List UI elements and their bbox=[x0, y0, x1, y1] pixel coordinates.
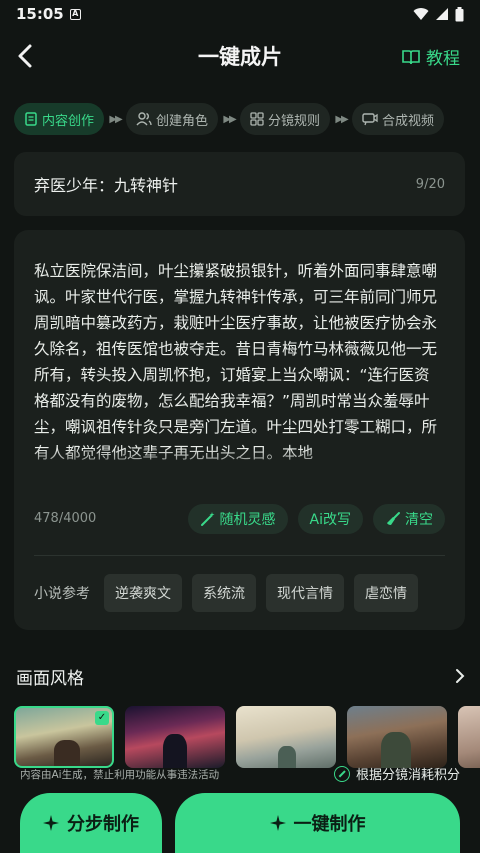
sparkle-icon bbox=[43, 815, 59, 831]
title-char-count: 9/20 bbox=[415, 176, 445, 192]
ai-rewrite-label: Ai改写 bbox=[309, 512, 351, 528]
style-thumbnail[interactable] bbox=[347, 706, 447, 768]
status-bar: 15:05 A bbox=[0, 0, 480, 28]
points-info-label: 根据分镜消耗积分 bbox=[355, 768, 460, 783]
step-label: 分镜规则 bbox=[268, 113, 321, 129]
text-char-count: 478/4000 bbox=[34, 511, 97, 526]
style-thumbnails: ✓ bbox=[14, 706, 480, 768]
wifi-icon bbox=[413, 8, 429, 20]
step-by-step-button[interactable]: 分步制作 bbox=[20, 793, 162, 853]
page-title: 一键成片 bbox=[198, 45, 282, 69]
step-content-creation[interactable]: 内容创作 bbox=[14, 103, 105, 135]
step-arrow-icon: ▶▶ bbox=[335, 113, 348, 125]
reference-tag[interactable]: 系统流 bbox=[192, 574, 256, 612]
style-thumbnail[interactable] bbox=[236, 706, 336, 768]
status-icons bbox=[413, 6, 464, 22]
grid-icon bbox=[250, 112, 264, 126]
figure-shape bbox=[381, 732, 411, 768]
sparkle-icon bbox=[269, 815, 286, 831]
step-create-character[interactable]: 创建角色 bbox=[126, 103, 219, 135]
users-icon bbox=[136, 112, 152, 126]
reference-tag[interactable]: 虐恋情 bbox=[354, 574, 418, 612]
broom-icon bbox=[387, 512, 400, 525]
style-thumbnail[interactable] bbox=[125, 706, 225, 768]
back-arrow-icon[interactable] bbox=[14, 42, 38, 70]
figure-shape bbox=[54, 740, 80, 766]
style-heading: 画面风格 bbox=[16, 668, 84, 689]
step-storyboard-rules[interactable]: 分镜规则 bbox=[240, 103, 331, 135]
tutorial-button[interactable]: 教程 bbox=[402, 44, 460, 69]
document-icon bbox=[25, 112, 37, 126]
tutorial-label: 教程 bbox=[426, 49, 460, 69]
chevron-right-icon[interactable] bbox=[454, 667, 466, 685]
ai-disclaimer: 内容由Ai生成，禁止利用功能从事违法活动 bbox=[20, 769, 220, 781]
battery-icon bbox=[455, 6, 464, 21]
novel-references: 小说参考 逆袭爽文 系统流 现代言情 虐恋情 bbox=[34, 574, 445, 612]
style-thumbnail-selected[interactable]: ✓ bbox=[14, 706, 114, 768]
random-inspiration-button[interactable]: 随机灵感 bbox=[187, 504, 288, 534]
step-by-step-label: 分步制作 bbox=[67, 814, 139, 835]
random-inspiration-label: 随机灵感 bbox=[219, 512, 276, 528]
text-actions: 随机灵感 Ai改写 清空 bbox=[187, 504, 445, 534]
step-label: 合成视频 bbox=[382, 113, 435, 129]
story-text-area[interactable]: 私立医院保洁间，叶尘攥紧破损银针，听着外面同事肆意嘲讽。叶家世代行医，掌握九转神… bbox=[34, 258, 445, 478]
ai-rewrite-button[interactable]: Ai改写 bbox=[297, 504, 363, 534]
figure-shape bbox=[163, 734, 187, 768]
step-label: 创建角色 bbox=[156, 113, 209, 129]
one-click-button[interactable]: 一键制作 bbox=[175, 793, 460, 853]
story-title-field[interactable]: 弃医少年：九转神针 9/20 bbox=[14, 152, 465, 216]
step-compose-video[interactable]: 合成视频 bbox=[352, 103, 445, 135]
style-section-header[interactable]: 画面风格 bbox=[16, 662, 466, 690]
clear-label: 清空 bbox=[405, 512, 433, 528]
step-label: 内容创作 bbox=[42, 113, 95, 129]
step-arrow-icon: ▶▶ bbox=[223, 113, 236, 125]
reference-tag[interactable]: 逆袭爽文 bbox=[104, 574, 182, 612]
video-icon bbox=[362, 113, 378, 126]
story-content-card: 私立医院保洁间，叶尘攥紧破损银针，听着外面同事肆意嘲讽。叶家世代行医，掌握九转神… bbox=[14, 230, 465, 630]
step-tabs: 内容创作 ▶▶ 创建角色 ▶▶ 分镜规则 ▶▶ 合成视频 bbox=[14, 102, 480, 136]
header: 一键成片 教程 bbox=[0, 32, 480, 80]
step-arrow-icon: ▶▶ bbox=[109, 113, 122, 125]
style-thumbnail[interactable] bbox=[458, 706, 480, 768]
book-icon bbox=[402, 49, 420, 64]
status-time: 15:05 bbox=[16, 5, 64, 23]
reference-tag[interactable]: 现代言情 bbox=[266, 574, 344, 612]
divider bbox=[34, 555, 445, 556]
points-info-icon bbox=[333, 765, 350, 782]
clear-button[interactable]: 清空 bbox=[373, 504, 445, 534]
signal-icon bbox=[436, 8, 448, 20]
text-fade bbox=[34, 448, 445, 478]
references-label: 小说参考 bbox=[34, 586, 90, 602]
points-info[interactable]: 根据分镜消耗积分 bbox=[333, 764, 460, 783]
magic-wand-icon bbox=[200, 512, 215, 526]
figure-shape bbox=[278, 746, 296, 768]
one-click-label: 一键制作 bbox=[293, 814, 366, 835]
notification-a-icon: A bbox=[69, 8, 81, 20]
check-icon: ✓ bbox=[95, 711, 109, 725]
story-title-value: 弃医少年：九转神针 bbox=[34, 176, 179, 195]
